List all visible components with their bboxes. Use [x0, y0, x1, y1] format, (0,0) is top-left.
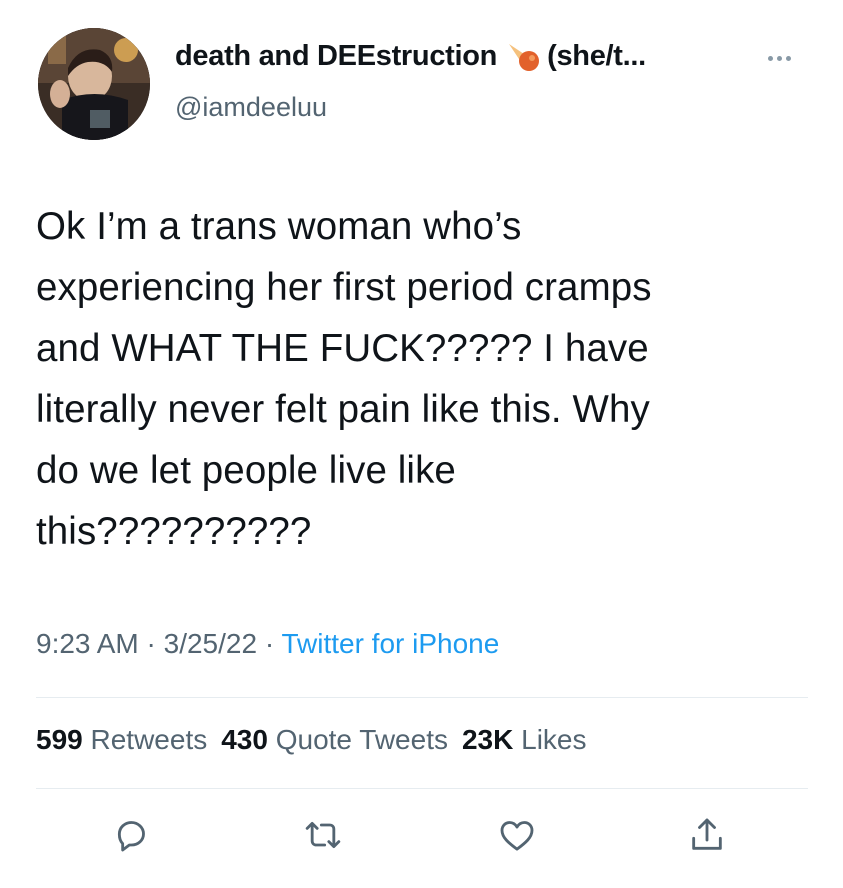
likes-label: Likes: [521, 724, 587, 755]
tweet-text-line: and WHAT THE FUCK????? I have: [36, 327, 649, 370]
tweet-card: death and DEEstruction (she/t... @iamdee…: [0, 0, 843, 888]
tweet-time[interactable]: 9:23 AM: [36, 628, 139, 659]
quote-tweets-stat[interactable]: 430 Quote Tweets: [221, 724, 448, 755]
retweets-label: Retweets: [90, 724, 208, 755]
tweet-text: Ok I’m a trans woman who’s experiencing …: [36, 196, 816, 562]
action-bar: [0, 810, 843, 866]
handle[interactable]: @iamdeeluu: [175, 92, 327, 123]
meta-separator: ·: [257, 628, 282, 659]
display-name-row[interactable]: death and DEEstruction (she/t...: [175, 40, 646, 73]
avatar[interactable]: [38, 28, 150, 140]
more-options-icon[interactable]: [768, 56, 791, 61]
share-icon: [692, 818, 722, 850]
quote-tweets-count: 430: [221, 724, 268, 755]
tweet-text-line: do we let people live like: [36, 449, 456, 492]
tweet-text-line: Ok I’m a trans woman who’s: [36, 205, 522, 248]
tweet-source-link[interactable]: Twitter for iPhone: [281, 628, 499, 659]
retweets-stat[interactable]: 599 Retweets: [36, 724, 207, 755]
likes-count: 23K: [461, 724, 514, 755]
likes-stat[interactable]: 23K Likes: [462, 724, 587, 755]
tweet-text-line: experiencing her first period cramps: [36, 266, 652, 309]
retweet-button[interactable]: [298, 810, 348, 860]
engagement-stats: 599 Retweets 430 Quote Tweets 23K Likes: [36, 724, 587, 756]
tweet-text-line: literally never felt pain like this. Why: [36, 388, 650, 431]
retweets-count: 599: [36, 724, 83, 755]
meta-separator: ·: [138, 628, 164, 659]
tweet-date[interactable]: 3/25/22: [164, 628, 257, 659]
meteor-emoji-icon: [507, 42, 541, 72]
divider: [36, 697, 808, 698]
divider: [36, 788, 808, 789]
display-name[interactable]: death and DEEstruction: [175, 40, 497, 73]
like-button[interactable]: [492, 810, 542, 860]
reply-icon: [117, 821, 145, 852]
reply-button[interactable]: [106, 810, 156, 860]
tweet-text-line: this??????????: [36, 510, 312, 553]
share-button[interactable]: [682, 810, 732, 860]
like-icon: [500, 821, 534, 851]
retweet-icon: [305, 821, 341, 849]
pronouns: (she/t...: [547, 40, 646, 72]
quote-tweets-label: Quote Tweets: [275, 724, 448, 755]
tweet-meta: 9:23 AM · 3/25/22 · Twitter for iPhone: [36, 628, 499, 660]
